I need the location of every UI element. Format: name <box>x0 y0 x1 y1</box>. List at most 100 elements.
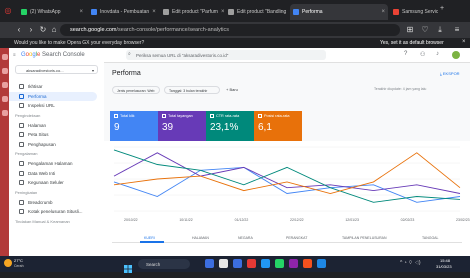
speed-icon <box>19 170 24 176</box>
browser-tab[interactable]: (2) WhatsApp × <box>18 4 86 20</box>
checkbox-icon[interactable] <box>210 114 214 118</box>
url-input[interactable]: search.google.com/search-console/perform… <box>60 24 400 36</box>
store-icon[interactable] <box>233 259 242 268</box>
tab-close-icon[interactable]: × <box>152 9 156 15</box>
sidebar-app-icon[interactable] <box>1 82 8 88</box>
sidebar-item[interactable]: Penghapusan <box>9 140 104 149</box>
sidebar-item[interactable]: Breadcrumb <box>9 198 104 207</box>
avatar[interactable] <box>452 51 460 59</box>
metric-header: Posisi rata-rata <box>258 114 298 118</box>
table-tab[interactable]: TANGGAL <box>422 236 438 240</box>
set-default-button[interactable]: Yes, set it as default browser <box>380 40 444 46</box>
metric-card[interactable]: CTR rata-rata 23,1% <box>206 111 254 141</box>
browser-tab[interactable]: Edit product "Bandling× <box>225 4 288 20</box>
sidebar-item[interactable]: Performa <box>9 91 97 101</box>
help-icon[interactable]: ? <box>404 51 407 57</box>
chart-x-tick-label: 10/11/22 <box>179 218 192 222</box>
download-icon[interactable]: ⤓ <box>435 25 445 35</box>
sidebar-item[interactable]: Data Web Inti <box>9 169 104 178</box>
browser-tab[interactable]: Performa × <box>290 4 388 20</box>
tab-close-icon[interactable]: × <box>79 9 83 15</box>
sidebar-section[interactable]: Pengindeksan <box>15 113 40 118</box>
table-tab[interactable]: TAMPILAN PENELUSURAN <box>342 236 386 240</box>
filter-chip-date[interactable]: Tanggal: 3 bulan terakhir <box>164 86 220 94</box>
new-tab-icon[interactable]: + <box>440 5 444 12</box>
table-tab[interactable]: HALAMAN <box>192 236 209 240</box>
tab-close-icon[interactable]: × <box>221 9 224 15</box>
metric-value: 39 <box>162 122 174 133</box>
app-icon[interactable] <box>303 259 312 268</box>
close-icon[interactable]: × <box>462 39 466 45</box>
gsc-sidebar: ≡ Google Search Console aksaradivestoris… <box>9 48 105 256</box>
filter-chip-search-type[interactable]: Jenis penelusuran: Web <box>112 86 160 94</box>
remove-icon <box>19 141 24 147</box>
taskbar-search[interactable]: Search <box>138 259 190 269</box>
sidebar-item[interactable]: Inspeksi URL <box>9 101 104 110</box>
home-icon <box>19 84 24 89</box>
table-tab[interactable]: KUERI <box>144 236 155 240</box>
edge-icon[interactable] <box>261 259 270 268</box>
export-button[interactable]: ⤓ EKSPOR <box>440 71 460 76</box>
reload-icon[interactable]: ↻ <box>38 25 48 35</box>
active-tab-indicator <box>140 241 164 243</box>
taskbar-search-label: Search <box>146 261 161 267</box>
app-icon[interactable] <box>289 259 298 268</box>
menu-icon[interactable]: ≡ <box>452 25 462 35</box>
sidebar-item[interactable]: Pengalaman Halaman <box>9 159 104 168</box>
property-selector[interactable]: aksaradivestoris.co... ▾ <box>15 65 98 74</box>
tray-icons[interactable]: ^ ◔ ⌔ ◁) <box>400 260 421 266</box>
checkbox-icon[interactable] <box>162 114 166 118</box>
chart-x-tick-label: 23/02/23 <box>456 218 470 222</box>
app-icon[interactable] <box>317 259 326 268</box>
new-filter-label: Baru <box>229 87 238 92</box>
bell-icon[interactable]: ♪ <box>436 51 439 57</box>
tab-favicon-icon <box>393 9 399 15</box>
metric-header: Total tayangan <box>162 114 202 118</box>
metric-card[interactable]: Total tayangan 39 <box>158 111 206 141</box>
property-name: aksaradivestoris.co... <box>26 68 64 73</box>
sidebar-app-icon[interactable] <box>1 110 8 116</box>
table-tab[interactable]: NEGARA <box>238 236 253 240</box>
browser-tab[interactable]: Edit product "Parfum × <box>160 4 224 20</box>
tabs-divider <box>112 242 462 243</box>
sidebar-section[interactable]: Tindakan Manual & Keamanan <box>15 219 70 224</box>
sidebar-item[interactable]: Kegunaan Seluler <box>9 178 104 187</box>
browser-tab[interactable]: Samsung Service Cent× <box>390 4 438 20</box>
home-icon[interactable]: ⌂ <box>49 25 59 35</box>
extensions-icon[interactable]: ⊞ <box>405 25 415 35</box>
forward-icon[interactable]: › <box>26 25 36 35</box>
url-inspect-input[interactable]: Periksa semua URL di "aksaradivestoris.c… <box>126 50 326 60</box>
metric-card[interactable]: Posisi rata-rata 6,1 <box>254 111 302 141</box>
sidebar-section[interactable]: Pengalaman <box>15 151 37 156</box>
back-icon[interactable]: ‹ <box>14 25 24 35</box>
task-view-icon[interactable] <box>205 259 214 268</box>
search-icon: ⌕ <box>128 51 131 57</box>
metric-card[interactable]: Total klik 9 <box>110 111 158 141</box>
people-icon[interactable]: ⚇ <box>420 51 425 58</box>
chart-x-tick-label: 22/12/22 <box>290 218 304 222</box>
bookmark-icon[interactable]: ♡ <box>420 25 430 35</box>
hamburger-icon[interactable]: ≡ <box>13 52 16 57</box>
last-update-text: Terakhir diupdate: 4 jam yang lalu <box>374 87 427 91</box>
file-explorer-icon[interactable] <box>219 259 228 268</box>
sidebar-item[interactable]: Kotak penelusuran Situsli... <box>9 207 104 216</box>
opera-icon[interactable] <box>247 259 256 268</box>
sidebar-item[interactable]: Ikhtisar <box>9 82 104 91</box>
sidebar-app-icon[interactable] <box>1 68 8 74</box>
opera-logo-icon[interactable]: ◎ <box>3 6 13 16</box>
sidebar-item[interactable]: Peta Situs <box>9 130 104 139</box>
sidebar-app-icon[interactable] <box>1 96 8 102</box>
sidebar-item[interactable]: Halaman <box>9 121 104 130</box>
windows-start-icon[interactable] <box>124 260 132 273</box>
browser-tab[interactable]: Inovdata - Pembuatan × <box>88 4 158 20</box>
checkbox-icon[interactable] <box>258 114 262 118</box>
whatsapp-icon[interactable] <box>275 259 284 268</box>
page-title: Performa <box>112 70 141 77</box>
table-tab[interactable]: PERANGKAT <box>286 236 307 240</box>
sidebar-section[interactable]: Peningkatan <box>15 190 37 195</box>
sidebar-app-icon[interactable] <box>1 54 8 60</box>
checkbox-icon[interactable] <box>114 114 118 118</box>
tab-close-icon[interactable]: × <box>381 9 385 15</box>
new-filter-button[interactable]: + Baru <box>226 87 238 92</box>
export-label: EKSPOR <box>442 71 460 76</box>
